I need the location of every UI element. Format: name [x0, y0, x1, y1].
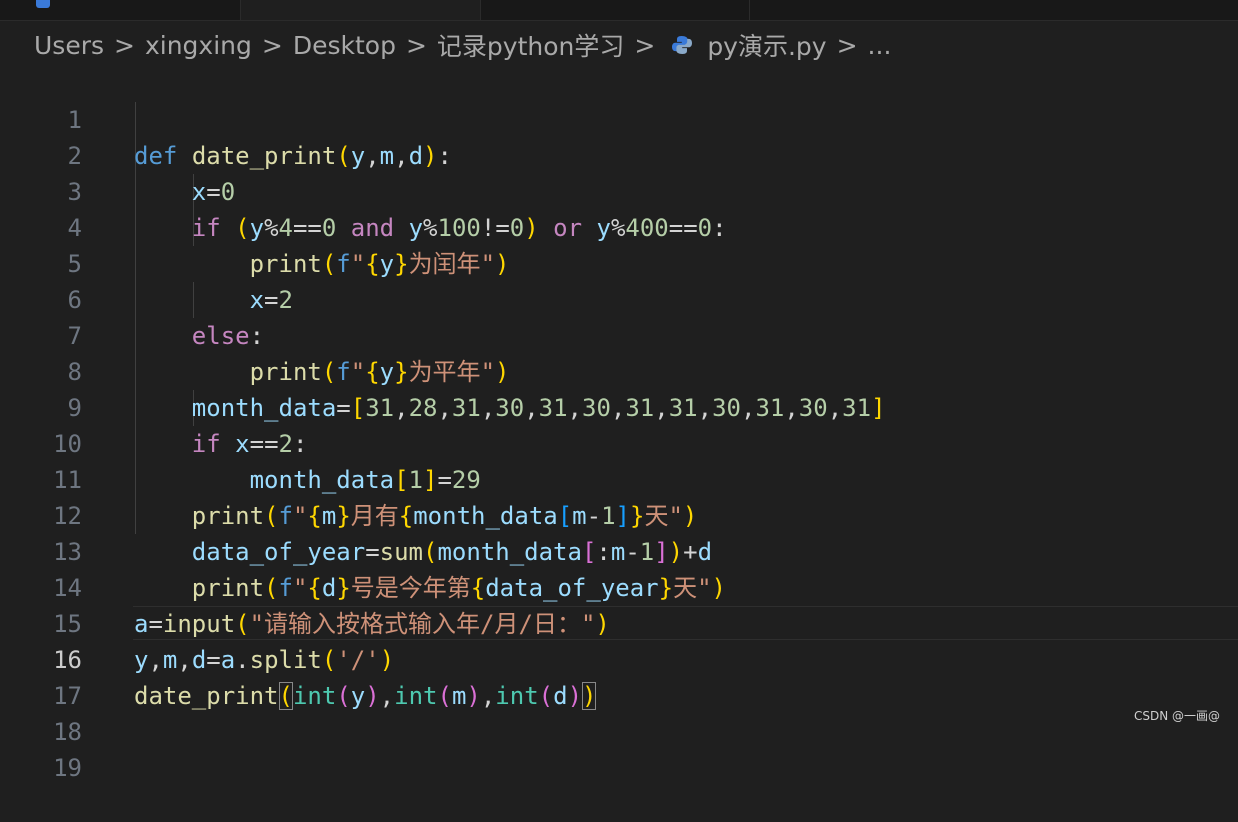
file-icon [36, 0, 50, 8]
line-number: 19 [53, 754, 82, 782]
breadcrumb-item-desktop[interactable]: Desktop [293, 31, 396, 60]
code-line[interactable]: 14 a=input("请输入按格式输入年/月/日：") [0, 534, 1238, 638]
code-line[interactable]: 1 def date_print(y,m,d): [0, 66, 1238, 170]
editor-tab[interactable] [0, 0, 241, 20]
breadcrumb-item-file[interactable]: py演示.py [707, 27, 826, 63]
code-line[interactable]: 4 print(f"{y}为闰年") [0, 174, 1238, 278]
chevron-right-icon: > [261, 30, 283, 60]
code-line-current[interactable]: 16 date_print(int(y),int(m),int(d)) [0, 606, 1238, 710]
code-line[interactable]: 10 month_data[1]=29 [0, 390, 1238, 494]
editor-tab-bar [0, 0, 1238, 21]
code-line[interactable]: 6 else: [0, 246, 1238, 350]
editor-tab[interactable] [481, 0, 750, 20]
editor-tab-active[interactable] [241, 0, 481, 20]
breadcrumb-item-xingxing[interactable]: xingxing [145, 31, 252, 60]
code-line[interactable]: 15 y,m,d=a.split('/') [0, 570, 1238, 674]
breadcrumb: Users > xingxing > Desktop > 记录python学习 … [34, 27, 891, 63]
python-file-icon [672, 36, 693, 54]
code-line[interactable]: 17 [0, 642, 1238, 710]
code-line[interactable]: 19 [0, 714, 1238, 782]
code-line[interactable]: 18 [0, 678, 1238, 746]
chevron-right-icon: > [114, 30, 135, 60]
code-line[interactable]: 12 data_of_year=sum(month_data[:m-1])+d [0, 462, 1238, 566]
code-line[interactable]: 5 x=2 [0, 210, 1238, 314]
code-line[interactable]: 3 if (y%4==0 and y%100!=0) or y%400==0: [0, 138, 1238, 242]
code-line[interactable]: 7 print(f"{y}为平年") [0, 282, 1238, 386]
breadcrumb-item-more[interactable]: ... [868, 31, 892, 60]
breadcrumb-item-folder[interactable]: 记录python学习 [437, 27, 624, 63]
chevron-right-icon: > [634, 30, 656, 60]
chevron-right-icon: > [836, 30, 858, 60]
code-line[interactable]: 8 month_data=[31,28,31,30,31,30,31,31,30… [0, 318, 1238, 422]
code-line[interactable]: 9 if x==2: [0, 354, 1238, 458]
breadcrumb-item-users[interactable]: Users [34, 31, 104, 60]
code-line[interactable]: 13 print(f"{d}号是今年第{data_of_year}天") [0, 498, 1238, 602]
code-line[interactable]: 11 print(f"{m}月有{month_data[m-1]}天") [0, 426, 1238, 530]
chevron-right-icon: > [405, 30, 427, 60]
watermark: CSDN @一画@ [1133, 709, 1220, 723]
code-line[interactable]: 2 x=0 [0, 102, 1238, 206]
code-editor[interactable]: 1 def date_print(y,m,d): 2 x=0 3 if (y%4… [0, 66, 1238, 782]
